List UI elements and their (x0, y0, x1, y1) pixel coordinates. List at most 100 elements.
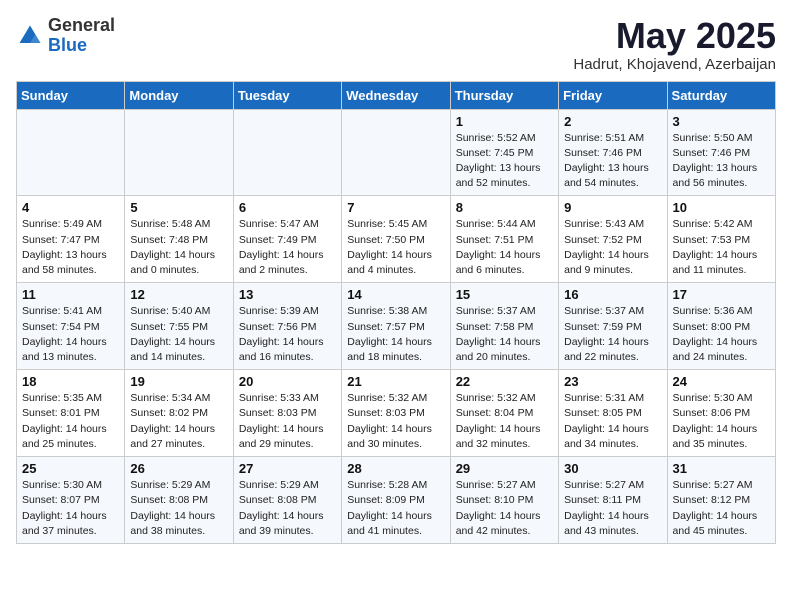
day-number: 12 (130, 287, 227, 302)
day-number: 22 (456, 374, 553, 389)
weekday-header-cell: Wednesday (342, 81, 450, 109)
calendar-week-row: 18Sunrise: 5:35 AM Sunset: 8:01 PM Dayli… (17, 370, 776, 457)
calendar-cell: 20 Sunrise: 5:33 AM Sunset: 8:03 PM Dayli… (233, 370, 341, 457)
day-number: 19 (130, 374, 227, 389)
day-info: Sunrise: 5:29 AM Sunset: 8:08 PM Dayligh… (130, 478, 227, 539)
calendar-cell: 29 Sunrise: 5:27 AM Sunset: 8:10 PM Dayli… (450, 457, 558, 544)
calendar-week-row: 25Sunrise: 5:30 AM Sunset: 8:07 PM Dayli… (17, 457, 776, 544)
logo-text: General Blue (48, 16, 115, 56)
calendar-week-row: 4 Sunrise: 5:49 AM Sunset: 7:47 PM Daylig… (17, 196, 776, 283)
calendar-cell (233, 109, 341, 196)
weekday-header-cell: Tuesday (233, 81, 341, 109)
calendar-cell: 3Sunrise: 5:50 AM Sunset: 7:46 PM Daylig… (667, 109, 775, 196)
day-info: Sunrise: 5:27 AM Sunset: 8:11 PM Dayligh… (564, 478, 661, 539)
day-number: 9 (564, 200, 661, 215)
day-info: Sunrise: 5:42 AM Sunset: 7:53 PM Dayligh… (673, 217, 770, 278)
day-number: 20 (239, 374, 336, 389)
day-number: 4 (22, 200, 119, 215)
day-number: 27 (239, 461, 336, 476)
calendar-week-row: 1 Sunrise: 5:52 AM Sunset: 7:45 PM Daylig… (17, 109, 776, 196)
day-number: 30 (564, 461, 661, 476)
day-number: 14 (347, 287, 444, 302)
calendar-cell: 15Sunrise: 5:37 AM Sunset: 7:58 PM Dayli… (450, 283, 558, 370)
day-info: Sunrise: 5:28 AM Sunset: 8:09 PM Dayligh… (347, 478, 444, 539)
calendar-cell: 10 Sunrise: 5:42 AM Sunset: 7:53 PM Dayli… (667, 196, 775, 283)
day-info: Sunrise: 5:43 AM Sunset: 7:52 PM Dayligh… (564, 217, 661, 278)
day-info: Sunrise: 5:52 AM Sunset: 7:45 PM Dayligh… (456, 131, 553, 192)
day-info: Sunrise: 5:44 AM Sunset: 7:51 PM Dayligh… (456, 217, 553, 278)
calendar-cell: 16 Sunrise: 5:37 AM Sunset: 7:59 PM Dayli… (559, 283, 667, 370)
calendar-cell: 31 Sunrise: 5:27 AM Sunset: 8:12 PM Dayli… (667, 457, 775, 544)
day-info: Sunrise: 5:49 AM Sunset: 7:47 PM Dayligh… (22, 217, 119, 278)
day-info: Sunrise: 5:48 AM Sunset: 7:48 PM Dayligh… (130, 217, 227, 278)
calendar-cell: 9 Sunrise: 5:43 AM Sunset: 7:52 PM Daylig… (559, 196, 667, 283)
day-info: Sunrise: 5:37 AM Sunset: 7:59 PM Dayligh… (564, 304, 661, 365)
calendar-cell: 7 Sunrise: 5:45 AM Sunset: 7:50 PM Daylig… (342, 196, 450, 283)
calendar-week-row: 11 Sunrise: 5:41 AM Sunset: 7:54 PM Dayli… (17, 283, 776, 370)
calendar-cell: 26 Sunrise: 5:29 AM Sunset: 8:08 PM Dayli… (125, 457, 233, 544)
calendar-cell: 28Sunrise: 5:28 AM Sunset: 8:09 PM Dayli… (342, 457, 450, 544)
calendar-cell: 22 Sunrise: 5:32 AM Sunset: 8:04 PM Dayli… (450, 370, 558, 457)
calendar-cell (17, 109, 125, 196)
day-number: 1 (456, 114, 553, 129)
weekday-header-cell: Saturday (667, 81, 775, 109)
calendar-cell: 13 Sunrise: 5:39 AM Sunset: 7:56 PM Dayli… (233, 283, 341, 370)
day-info: Sunrise: 5:31 AM Sunset: 8:05 PM Dayligh… (564, 391, 661, 452)
title-block: May 2025 Hadrut, Khojavend, Azerbaijan (573, 16, 776, 73)
calendar-cell: 2Sunrise: 5:51 AM Sunset: 7:46 PM Daylig… (559, 109, 667, 196)
calendar-cell: 18Sunrise: 5:35 AM Sunset: 8:01 PM Dayli… (17, 370, 125, 457)
calendar-cell: 8 Sunrise: 5:44 AM Sunset: 7:51 PM Daylig… (450, 196, 558, 283)
calendar-cell: 25Sunrise: 5:30 AM Sunset: 8:07 PM Dayli… (17, 457, 125, 544)
day-number: 23 (564, 374, 661, 389)
logo-icon (16, 22, 44, 50)
day-info: Sunrise: 5:41 AM Sunset: 7:54 PM Dayligh… (22, 304, 119, 365)
calendar-cell: 19 Sunrise: 5:34 AM Sunset: 8:02 PM Dayli… (125, 370, 233, 457)
day-info: Sunrise: 5:37 AM Sunset: 7:58 PM Dayligh… (456, 304, 553, 365)
calendar-body: 1 Sunrise: 5:52 AM Sunset: 7:45 PM Daylig… (17, 109, 776, 543)
day-number: 7 (347, 200, 444, 215)
day-info: Sunrise: 5:45 AM Sunset: 7:50 PM Dayligh… (347, 217, 444, 278)
weekday-header-cell: Sunday (17, 81, 125, 109)
calendar-cell (125, 109, 233, 196)
day-number: 25 (22, 461, 119, 476)
day-info: Sunrise: 5:47 AM Sunset: 7:49 PM Dayligh… (239, 217, 336, 278)
day-info: Sunrise: 5:38 AM Sunset: 7:57 PM Dayligh… (347, 304, 444, 365)
day-number: 8 (456, 200, 553, 215)
day-info: Sunrise: 5:40 AM Sunset: 7:55 PM Dayligh… (130, 304, 227, 365)
calendar-cell: 21Sunrise: 5:32 AM Sunset: 8:03 PM Dayli… (342, 370, 450, 457)
day-number: 16 (564, 287, 661, 302)
calendar-cell: 11 Sunrise: 5:41 AM Sunset: 7:54 PM Dayli… (17, 283, 125, 370)
calendar-cell: 30 Sunrise: 5:27 AM Sunset: 8:11 PM Dayli… (559, 457, 667, 544)
day-info: Sunrise: 5:32 AM Sunset: 8:04 PM Dayligh… (456, 391, 553, 452)
weekday-header-cell: Friday (559, 81, 667, 109)
day-number: 6 (239, 200, 336, 215)
day-info: Sunrise: 5:30 AM Sunset: 8:06 PM Dayligh… (673, 391, 770, 452)
day-number: 17 (673, 287, 770, 302)
location: Hadrut, Khojavend, Azerbaijan (573, 56, 776, 73)
day-number: 11 (22, 287, 119, 302)
calendar-cell: 6 Sunrise: 5:47 AM Sunset: 7:49 PM Daylig… (233, 196, 341, 283)
month-title: May 2025 (573, 16, 776, 56)
calendar-cell (342, 109, 450, 196)
day-info: Sunrise: 5:34 AM Sunset: 8:02 PM Dayligh… (130, 391, 227, 452)
day-info: Sunrise: 5:35 AM Sunset: 8:01 PM Dayligh… (22, 391, 119, 452)
day-info: Sunrise: 5:36 AM Sunset: 8:00 PM Dayligh… (673, 304, 770, 365)
day-number: 2 (564, 114, 661, 129)
day-number: 29 (456, 461, 553, 476)
calendar-cell: 27Sunrise: 5:29 AM Sunset: 8:08 PM Dayli… (233, 457, 341, 544)
day-number: 13 (239, 287, 336, 302)
day-info: Sunrise: 5:27 AM Sunset: 8:10 PM Dayligh… (456, 478, 553, 539)
weekday-header-row: SundayMondayTuesdayWednesdayThursdayFrid… (17, 81, 776, 109)
weekday-header-cell: Thursday (450, 81, 558, 109)
day-info: Sunrise: 5:33 AM Sunset: 8:03 PM Dayligh… (239, 391, 336, 452)
day-number: 31 (673, 461, 770, 476)
day-number: 10 (673, 200, 770, 215)
calendar-cell: 5Sunrise: 5:48 AM Sunset: 7:48 PM Daylig… (125, 196, 233, 283)
calendar-cell: 17 Sunrise: 5:36 AM Sunset: 8:00 PM Dayli… (667, 283, 775, 370)
calendar-cell: 24Sunrise: 5:30 AM Sunset: 8:06 PM Dayli… (667, 370, 775, 457)
calendar-cell: 12 Sunrise: 5:40 AM Sunset: 7:55 PM Dayli… (125, 283, 233, 370)
page-header: General Blue May 2025 Hadrut, Khojavend,… (16, 16, 776, 73)
day-info: Sunrise: 5:39 AM Sunset: 7:56 PM Dayligh… (239, 304, 336, 365)
day-number: 26 (130, 461, 227, 476)
day-info: Sunrise: 5:27 AM Sunset: 8:12 PM Dayligh… (673, 478, 770, 539)
